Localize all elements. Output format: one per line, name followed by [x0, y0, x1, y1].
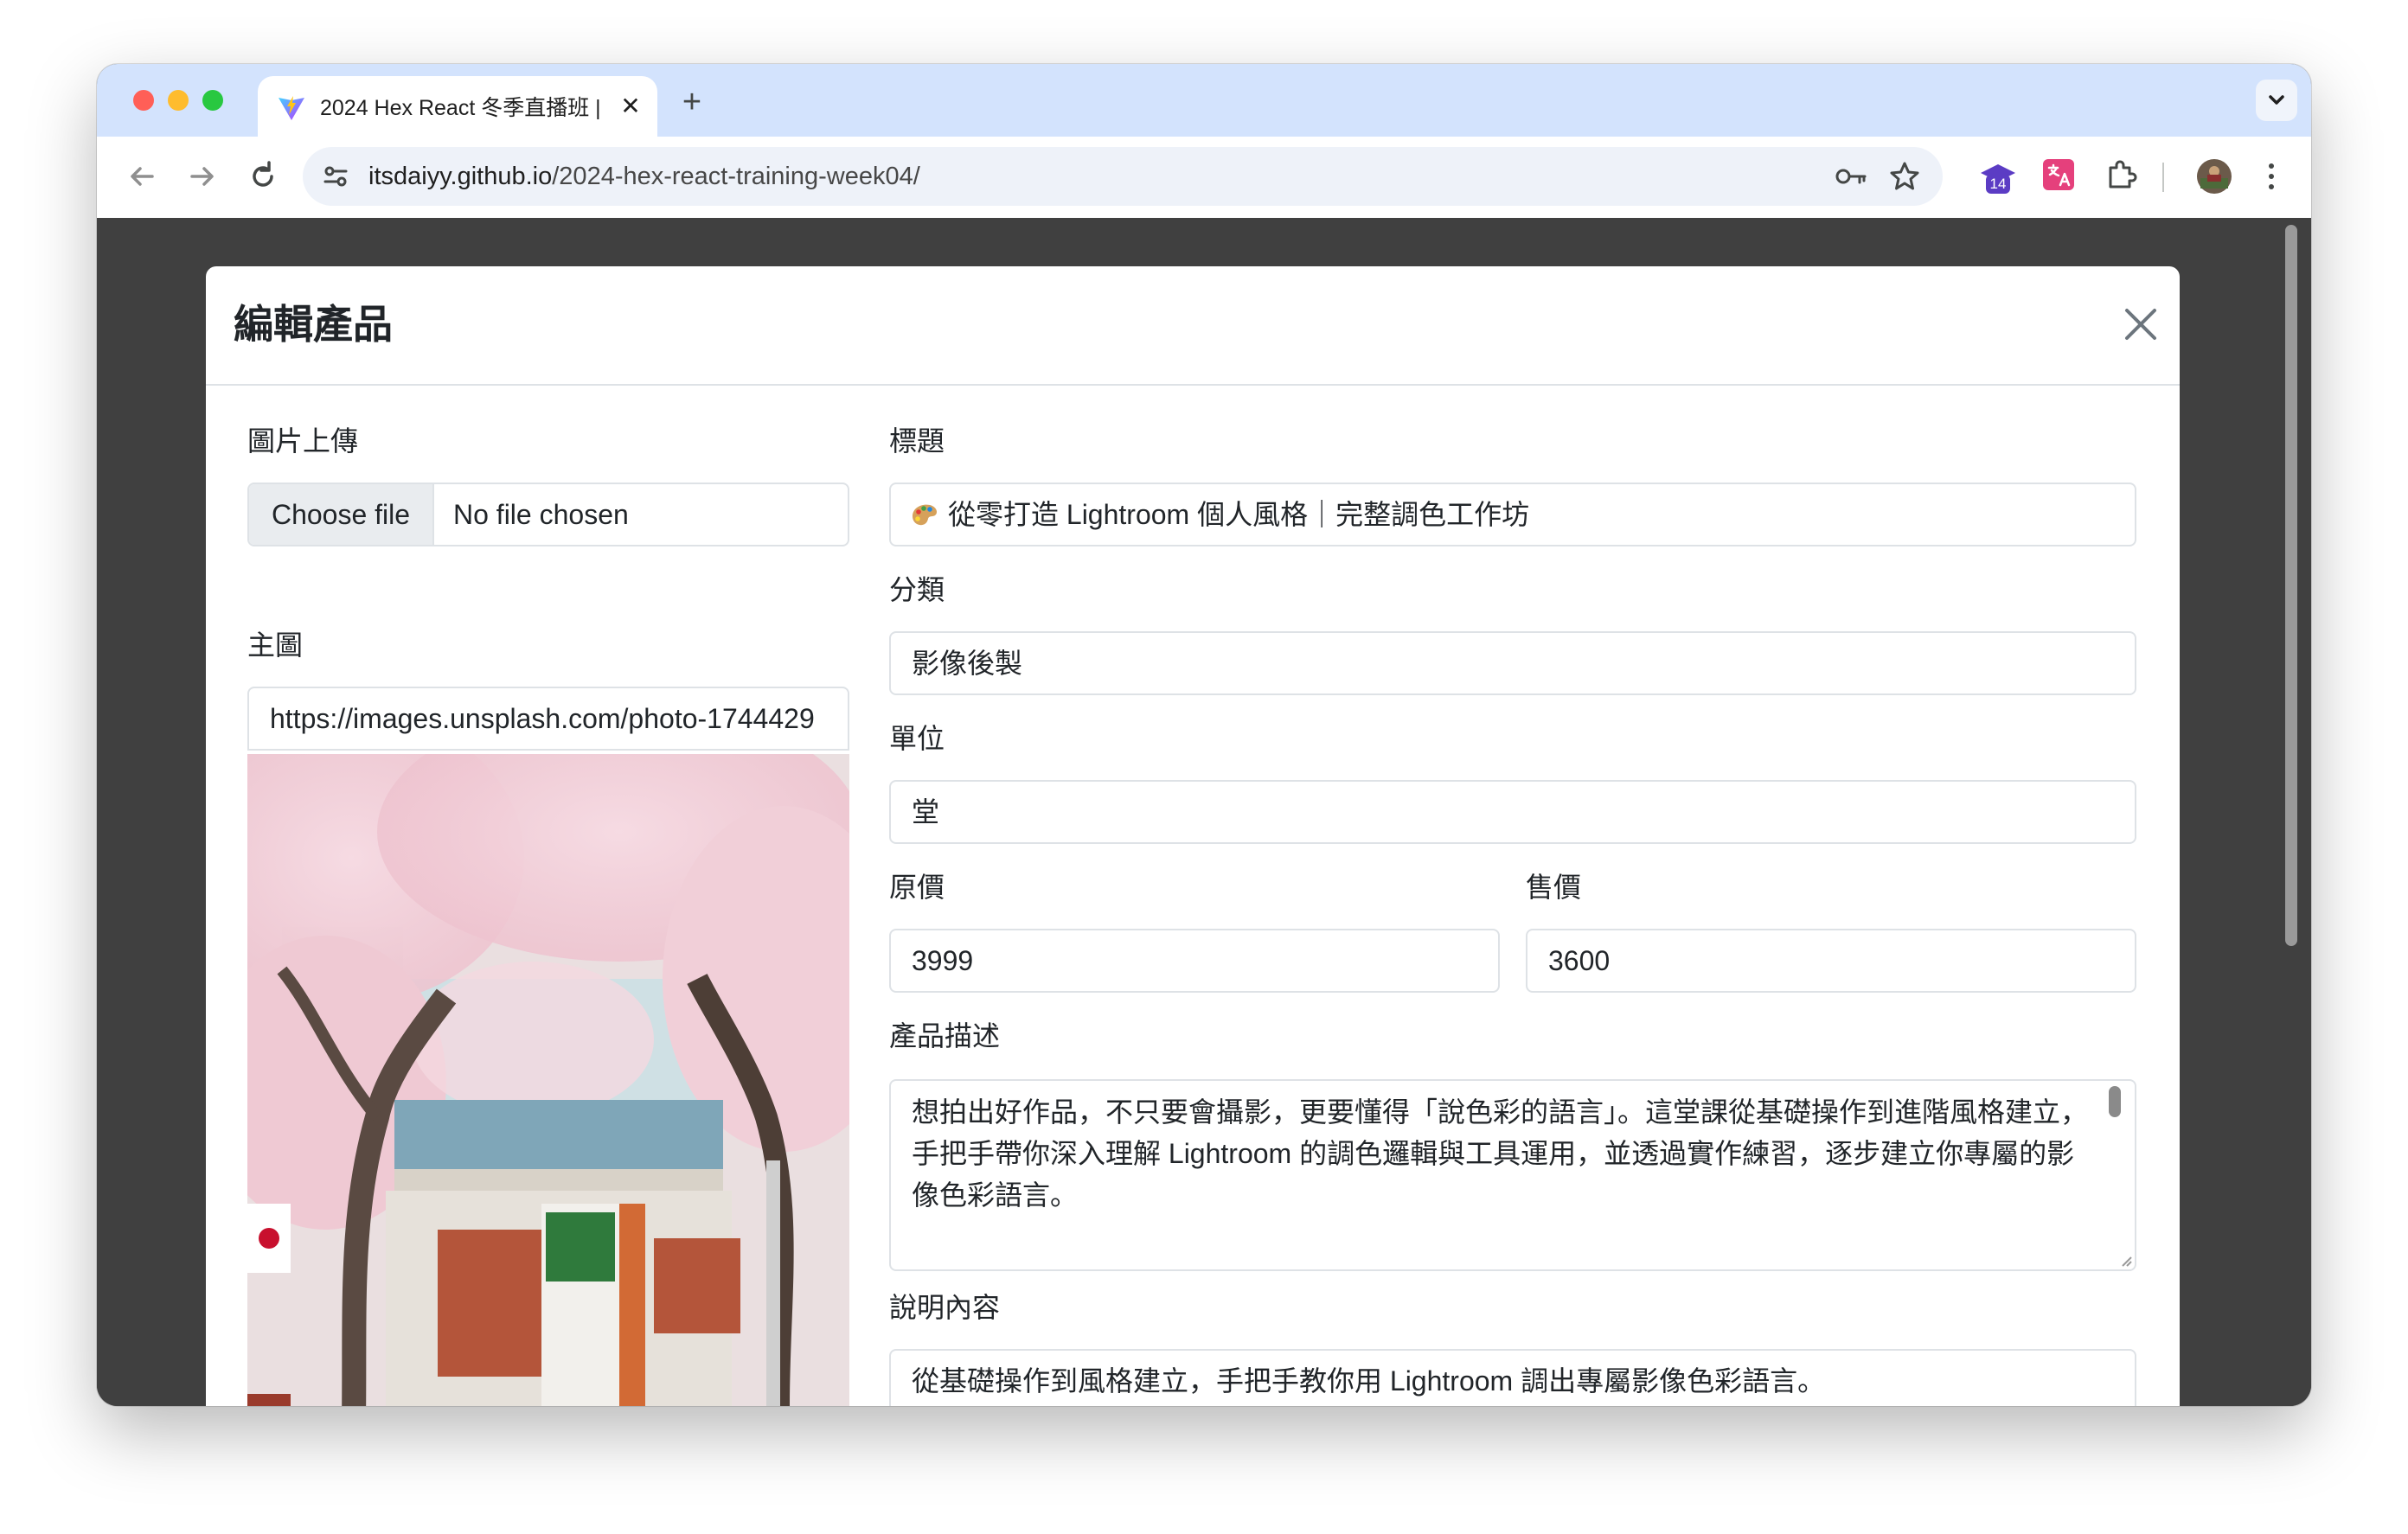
file-upload-input[interactable]: Choose file No file chosen — [247, 483, 849, 546]
profile-avatar[interactable] — [2195, 157, 2233, 195]
page-scrollbar[interactable] — [2285, 225, 2297, 946]
price-input[interactable]: 3600 — [1526, 929, 2136, 993]
close-window-button[interactable] — [133, 90, 154, 111]
category-input[interactable]: 影像後製 — [889, 631, 2136, 695]
edit-product-modal: 編輯產品 圖片上傳 Choose file No file chosen 主圖 … — [206, 266, 2180, 1406]
browser-toolbar: itsdaiyy.github.io/2024-hex-react-traini… — [97, 137, 2311, 219]
main-image-url-input[interactable]: https://images.unsplash.com/photo-174442… — [247, 687, 849, 751]
new-tab-button[interactable]: + — [675, 85, 709, 119]
category-value: 影像後製 — [912, 648, 1023, 679]
bookmark-star-icon[interactable] — [1887, 159, 1922, 194]
choose-file-button[interactable]: Choose file — [249, 484, 434, 545]
url-path: /2024-hex-react-training-week04/ — [552, 163, 920, 190]
category-label: 分類 — [889, 574, 945, 605]
extensions-puzzle-icon[interactable] — [2104, 157, 2138, 192]
chevron-down-icon — [2269, 95, 2284, 105]
reload-icon[interactable] — [244, 157, 282, 195]
content-label: 說明內容 — [889, 1292, 1001, 1323]
title-label: 標題 — [889, 425, 945, 457]
modal-title: 編輯產品 — [234, 302, 393, 347]
more-vert-icon[interactable] — [2263, 157, 2280, 195]
content-input[interactable]: 從基礎操作到風格建立，手把手教你用 Lightroom 調出專屬影像色彩語言。 — [889, 1349, 2136, 1406]
minimize-window-button[interactable] — [168, 90, 189, 111]
description-textarea[interactable]: 想拍出好作品，不只要會攝影，更要懂得「說色彩的語言」。這堂課從基礎操作到進階風格… — [889, 1079, 2136, 1271]
maximize-window-button[interactable] — [202, 90, 223, 111]
main-image-url-value: https://images.unsplash.com/photo-174442… — [270, 703, 815, 734]
close-icon[interactable] — [2117, 301, 2164, 348]
main-image-preview — [247, 754, 849, 1406]
image-upload-label: 圖片上傳 — [247, 425, 359, 457]
tab-strip: 2024 Hex React 冬季直播班 | W ✕ + — [97, 64, 2311, 137]
title-input[interactable]: 從零打造 Lightroom 個人風格｜完整調色工作坊 — [889, 483, 2136, 546]
origin-price-label: 原價 — [889, 872, 945, 903]
unit-input[interactable]: 堂 — [889, 780, 2136, 844]
translate-extension-icon[interactable] — [2041, 157, 2076, 192]
browser-window: 2024 Hex React 冬季直播班 | W ✕ + itsdaiyy.gi… — [97, 64, 2311, 1406]
file-status-text: No file chosen — [453, 499, 629, 530]
modal-header: 編輯產品 — [206, 266, 2180, 386]
origin-price-value: 3999 — [912, 945, 974, 976]
forward-arrow-icon[interactable] — [183, 157, 221, 195]
back-arrow-icon[interactable] — [123, 157, 161, 195]
palette-emoji-icon — [913, 504, 937, 526]
unit-value: 堂 — [912, 796, 940, 828]
extension-badge: 14 — [1986, 175, 2010, 194]
toolbar-divider — [2162, 163, 2164, 192]
textarea-scrollbar[interactable] — [2109, 1086, 2121, 1117]
address-bar[interactable]: itsdaiyy.github.io/2024-hex-react-traini… — [303, 147, 1943, 206]
tab-search-button[interactable] — [2256, 80, 2297, 121]
description-label: 產品描述 — [889, 1020, 1001, 1051]
price-value: 3600 — [1548, 945, 1611, 976]
content-value: 從基礎操作到風格建立，手把手教你用 Lightroom 調出專屬影像色彩語言。 — [912, 1365, 1826, 1397]
tab-title: 2024 Hex React 冬季直播班 | W — [320, 96, 605, 120]
tab-active[interactable]: 2024 Hex React 冬季直播班 | W ✕ — [258, 76, 657, 137]
url-host: itsdaiyy.github.io — [368, 163, 553, 190]
key-icon[interactable] — [1834, 161, 1868, 192]
page-viewport: 編輯產品 圖片上傳 Choose file No file chosen 主圖 … — [97, 218, 2311, 1406]
title-value: 從零打造 Lightroom 個人風格｜完整調色工作坊 — [948, 499, 1530, 530]
url-text: itsdaiyy.github.io/2024-hex-react-traini… — [368, 147, 920, 206]
main-image-label: 主圖 — [247, 630, 304, 661]
price-label: 售價 — [1526, 872, 1582, 903]
unit-label: 單位 — [889, 723, 945, 754]
vite-favicon-icon — [279, 96, 304, 120]
site-settings-icon[interactable] — [320, 161, 351, 192]
origin-price-input[interactable]: 3999 — [889, 929, 1500, 993]
tab-close-icon[interactable]: ✕ — [616, 92, 645, 121]
resize-grip-icon[interactable] — [2119, 1254, 2133, 1268]
description-value: 想拍出好作品，不只要會攝影，更要懂得「說色彩的語言」。這堂課從基礎操作到進階風格… — [912, 1096, 2089, 1211]
